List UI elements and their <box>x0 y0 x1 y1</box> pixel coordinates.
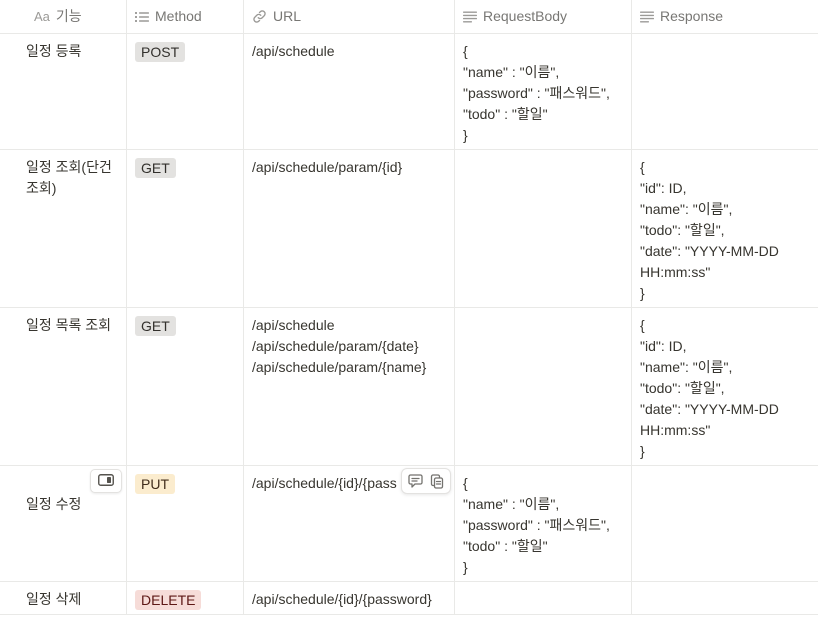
title-property-icon: Aa <box>34 9 50 24</box>
feature-text: 일정 조회(단건 조회) <box>26 159 112 196</box>
comment-icon[interactable] <box>406 471 426 491</box>
header-response-label: Response <box>660 8 724 24</box>
list-property-icon <box>135 6 149 27</box>
feature-text: 일정 목록 조회 <box>26 317 112 333</box>
cell-url[interactable]: /api/schedule <box>244 34 455 149</box>
open-side-peek-icon <box>98 473 114 489</box>
method-tag: GET <box>135 158 176 178</box>
cell-requestbody[interactable]: { "name" : "이름", "password" : "패스워드", "t… <box>455 34 632 149</box>
open-side-peek-button[interactable] <box>90 469 122 493</box>
cell-method[interactable]: POST <box>127 34 244 149</box>
method-tag: GET <box>135 316 176 336</box>
cell-url[interactable]: /api/schedule/{id}/{password} <box>244 582 455 614</box>
cell-requestbody[interactable] <box>455 308 632 465</box>
copy-icon[interactable] <box>427 471 447 491</box>
cell-requestbody[interactable] <box>455 150 632 307</box>
url-text: /api/schedule/{id}/{pass <box>252 475 397 491</box>
cell-url[interactable]: /api/schedule/param/{id} <box>244 150 455 307</box>
table-row: 일정 등록 POST /api/schedule { "name" : "이름"… <box>0 34 818 150</box>
table-header: Aa 기능 Method URL RequestBody Response <box>0 0 818 34</box>
method-tag: POST <box>135 42 186 62</box>
cell-method[interactable]: GET <box>127 150 244 307</box>
method-tag: PUT <box>135 474 175 494</box>
cell-url[interactable]: /api/schedule /api/schedule/param/{date}… <box>244 308 455 465</box>
table-row: 일정 조회(단건 조회) GET /api/schedule/param/{id… <box>0 150 818 308</box>
feature-text: 일정 삭제 <box>26 591 82 607</box>
method-tag: DELETE <box>135 590 202 610</box>
cell-requestbody[interactable]: { "name" : "이름", "password" : "패스워드", "t… <box>455 466 632 581</box>
table-row: 일정 목록 조회 GET /api/schedule /api/schedule… <box>0 308 818 466</box>
text-property-icon <box>640 6 654 27</box>
table-row: 일정 삭제 DELETE /api/schedule/{id}/{passwor… <box>0 582 818 615</box>
cell-feature[interactable]: 일정 삭제 <box>0 582 127 614</box>
api-spec-table: Aa 기능 Method URL RequestBody Response 일정… <box>0 0 818 615</box>
header-method[interactable]: Method <box>127 0 244 33</box>
feature-text: 일정 등록 <box>26 43 82 59</box>
header-requestbody[interactable]: RequestBody <box>455 0 632 33</box>
link-icon <box>252 6 267 27</box>
cell-method[interactable]: PUT <box>127 466 244 581</box>
cell-response[interactable]: { "id": ID, "name": "이름", "todo": "할일", … <box>632 150 818 307</box>
cell-response[interactable]: { "id": ID, "name": "이름", "todo": "할일", … <box>632 308 818 465</box>
header-feature[interactable]: Aa 기능 <box>0 0 127 33</box>
cell-feature[interactable]: 일정 등록 <box>0 34 127 149</box>
cell-feature[interactable]: 일정 조회(단건 조회) <box>0 150 127 307</box>
header-requestbody-label: RequestBody <box>483 8 568 24</box>
header-method-label: Method <box>155 8 202 24</box>
cell-method[interactable]: GET <box>127 308 244 465</box>
cell-response[interactable] <box>632 34 818 149</box>
cell-response[interactable] <box>632 466 818 581</box>
cell-response[interactable] <box>632 582 818 614</box>
cell-requestbody[interactable] <box>455 582 632 614</box>
cell-feature[interactable]: 일정 목록 조회 <box>0 308 127 465</box>
cell-hover-toolbar <box>401 468 451 494</box>
header-url[interactable]: URL <box>244 0 455 33</box>
header-feature-label: 기능 <box>55 8 82 24</box>
cell-method[interactable]: DELETE <box>127 582 244 614</box>
text-property-icon <box>463 6 477 27</box>
header-response[interactable]: Response <box>632 0 818 33</box>
feature-text: 일정 수정 <box>26 496 82 512</box>
header-url-label: URL <box>273 8 302 24</box>
